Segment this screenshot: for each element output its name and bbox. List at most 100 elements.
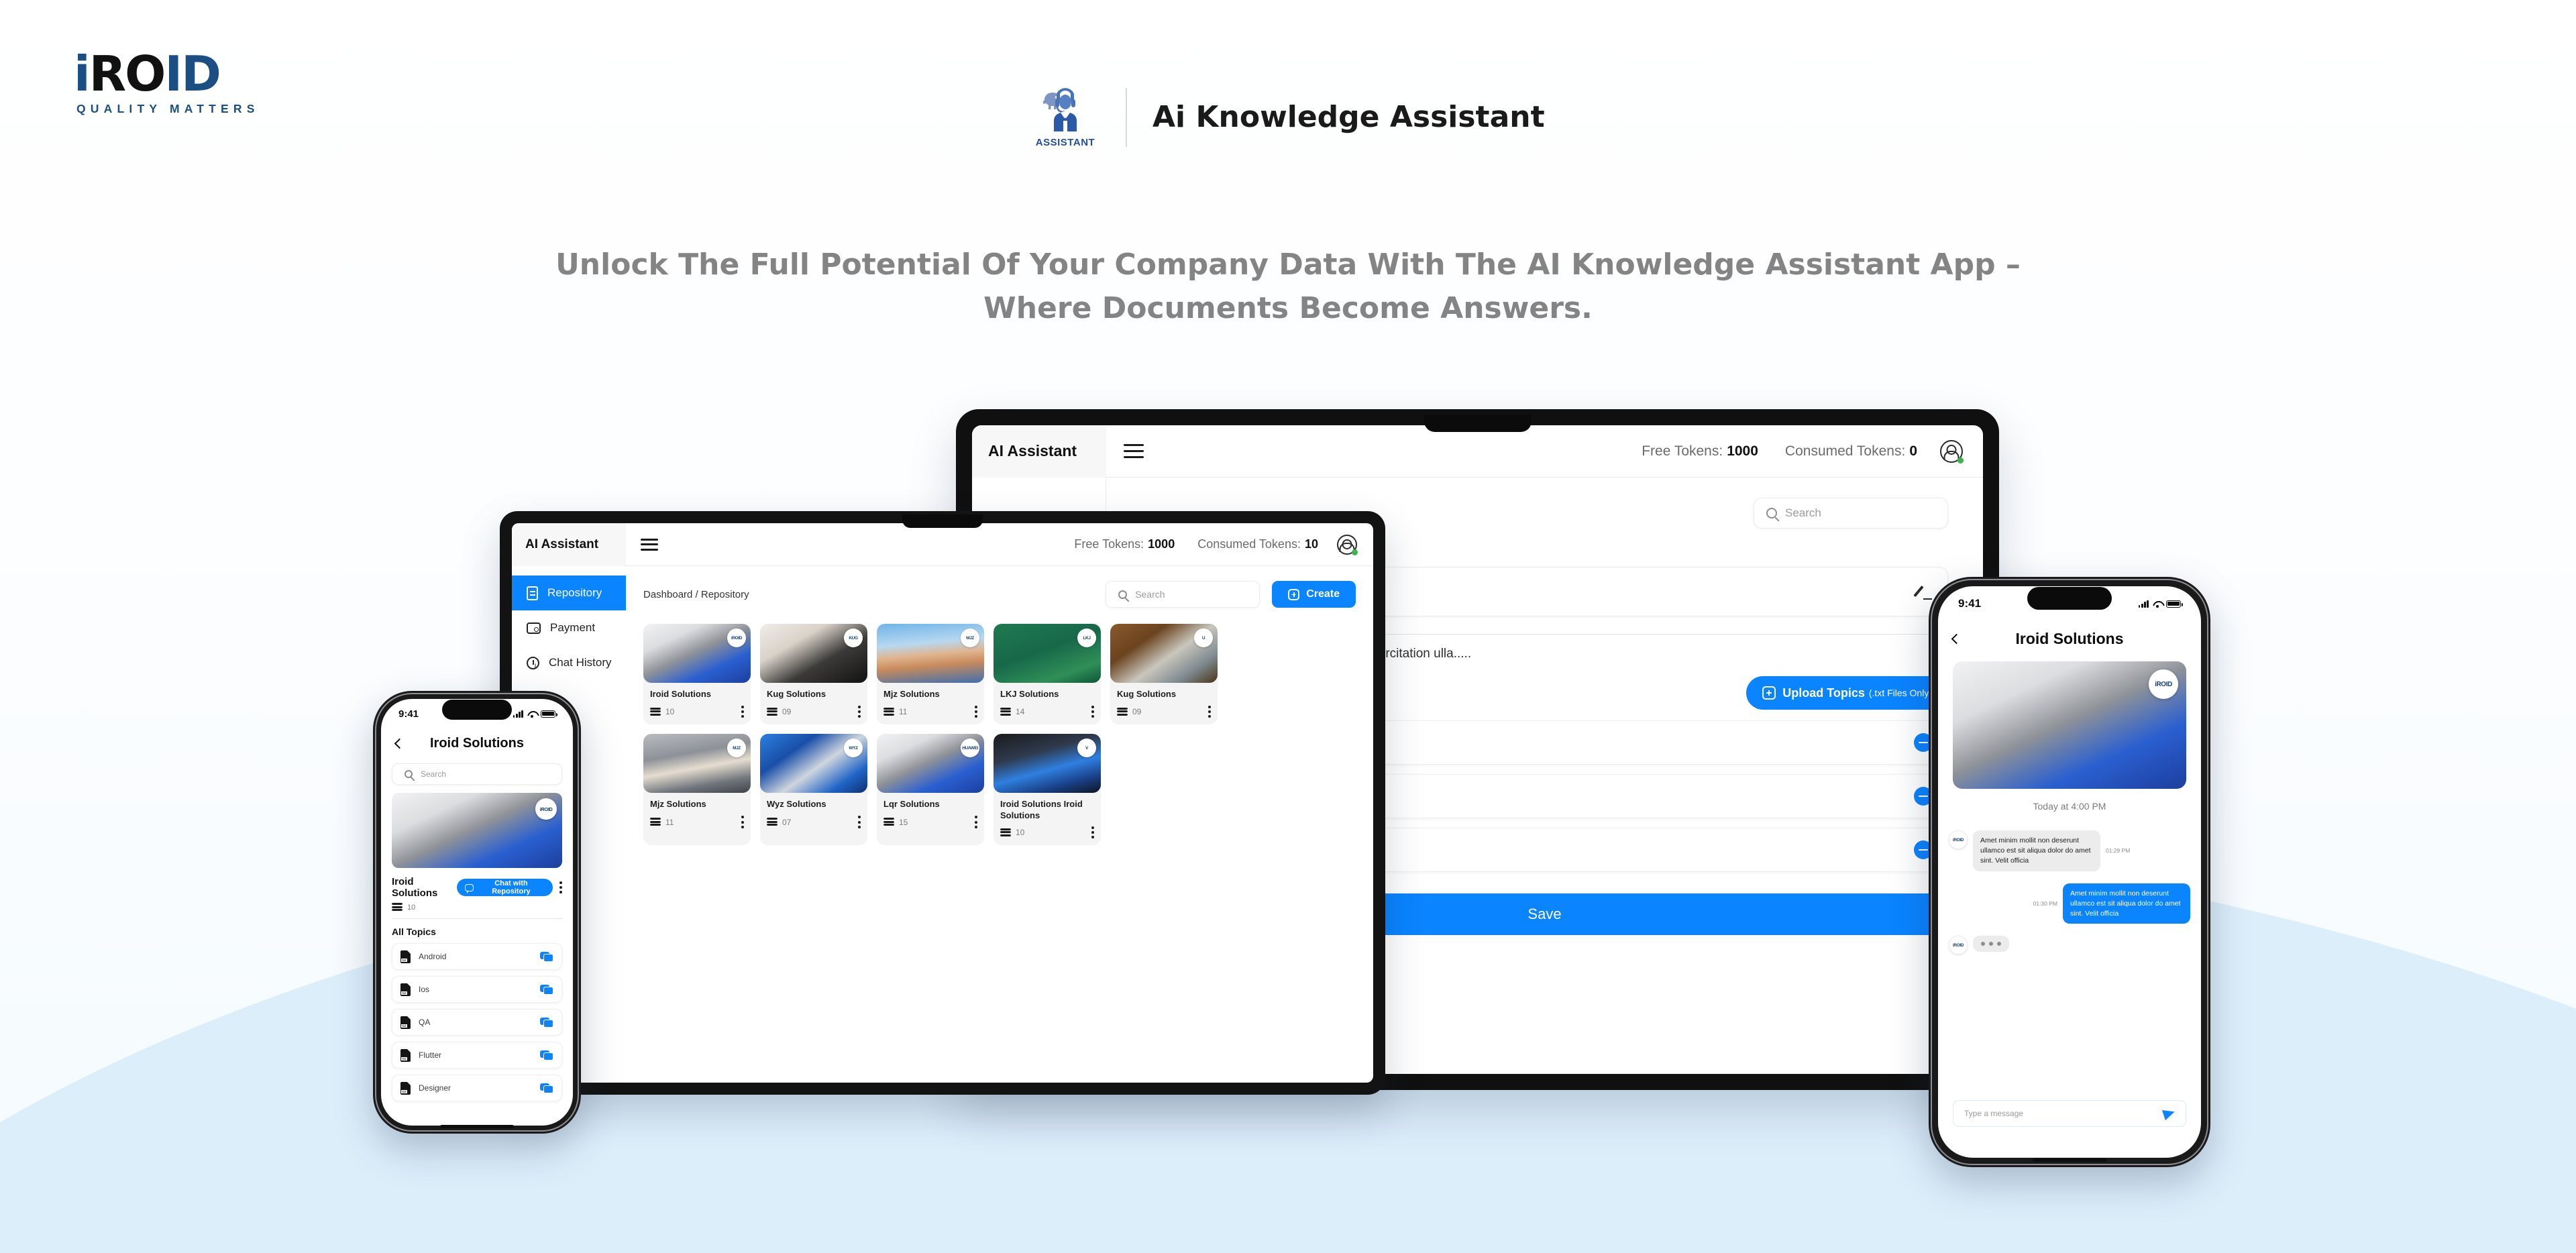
repository-card-meta: 11 (650, 816, 744, 828)
online-status-dot (1352, 549, 1358, 555)
repository-logo-text: MJZ (733, 745, 741, 751)
chat-icon[interactable] (540, 1017, 553, 1028)
repository-card[interactable]: LKJ LKJ Solutions 14 (994, 624, 1101, 725)
repository-hero-image: iROID (392, 793, 562, 868)
repository-card[interactable]: V Iroid Solutions Iroid Solutions 10 (994, 734, 1101, 846)
more-options-icon[interactable] (1091, 826, 1094, 839)
send-icon[interactable] (2161, 1106, 2177, 1121)
upload-topics-button[interactable]: Upload Topics (.txt Files Only) (1746, 676, 1948, 710)
search-input[interactable]: Search (1106, 581, 1260, 608)
more-options-icon[interactable] (975, 816, 977, 828)
avatar-label: iROID (1952, 837, 1964, 842)
repository-card[interactable]: WYZ Wyz Solutions 07 (760, 734, 867, 846)
chat-icon[interactable] (540, 1050, 553, 1060)
breadcrumb: Dashboard / Repository (643, 588, 749, 600)
back-arrow-icon[interactable] (394, 738, 405, 749)
sidebar-item-payment[interactable]: Payment (512, 610, 626, 645)
phone-device-left: 9:41 Iroid Solutions Search iROID Iroid … (373, 691, 581, 1134)
repository-card-count: 10 (665, 707, 675, 717)
repository-card[interactable]: U Kug Solutions 09 (1110, 624, 1218, 725)
search-input[interactable]: Search (392, 763, 562, 785)
repository-thumbnail: LKJ (994, 624, 1101, 683)
topic-item[interactable]: Designer (392, 1075, 562, 1101)
stack-count-icon (1000, 707, 1011, 716)
search-icon (405, 770, 413, 778)
chat-icon[interactable] (540, 984, 553, 995)
repository-card[interactable]: MJZ Mjz Solutions 11 (643, 734, 751, 846)
repository-card-body: Iroid Solutions Iroid Solutions 10 (994, 793, 1101, 845)
logo-apple-icon: O (125, 46, 166, 102)
topic-item[interactable]: Android (392, 943, 562, 970)
sidebar-item-repository[interactable]: Repository (512, 576, 626, 610)
repository-card-meta: 10 (1000, 826, 1094, 839)
repository-card-body: Mjz Solutions 11 (877, 683, 984, 724)
chat-icon[interactable] (540, 1083, 553, 1093)
message-input[interactable]: Type a message (1953, 1100, 2186, 1127)
repository-list-header: Dashboard / Repository Search Create (643, 581, 1356, 608)
repository-card-meta: 07 (767, 816, 861, 828)
plus-icon (1288, 588, 1300, 600)
repository-logo-text: MJZ (966, 635, 974, 641)
dynamic-island (442, 700, 512, 720)
search-input[interactable]: Search (1754, 498, 1948, 529)
status-time: 9:41 (398, 708, 419, 720)
more-options-icon[interactable] (858, 706, 861, 718)
phone-device-right: 9:41 Iroid Solutions iROID Today at 4:00… (1929, 577, 2210, 1167)
sidebar-item-chat-history[interactable]: Chat History (512, 645, 626, 680)
laptop-account-button[interactable] (1940, 439, 1964, 464)
repository-card-title: Mjz Solutions (883, 689, 940, 699)
stack-count-icon (650, 818, 661, 826)
repository-card-count: 07 (782, 817, 792, 827)
message-bubble: Amet minim mollit non deserunt ullamco e… (1973, 830, 2100, 871)
document-icon (527, 586, 538, 600)
repository-card-title: Iroid Solutions (650, 689, 711, 699)
repository-card-title: Lqr Solutions (883, 799, 940, 810)
topic-item[interactable]: Flutter (392, 1042, 562, 1069)
upload-topics-sublabel: (.txt Files Only) (1868, 688, 1932, 698)
sidebar-item-label: Chat History (549, 656, 612, 669)
search-placeholder: Search (1785, 506, 1821, 519)
more-options-icon[interactable] (975, 706, 977, 718)
phone-right-screen: 9:41 Iroid Solutions iROID Today at 4:00… (1938, 586, 2201, 1158)
chat-with-repository-button[interactable]: Chat with Repository (456, 879, 553, 896)
message-avatar: iROID (1949, 936, 1968, 955)
back-arrow-icon[interactable] (1951, 633, 1962, 644)
more-options-icon[interactable] (1091, 706, 1094, 718)
repository-card[interactable]: iROID Iroid Solutions 10 (643, 624, 751, 725)
phone-left-screen: 9:41 Iroid Solutions Search iROID Iroid … (381, 699, 573, 1126)
chat-icon[interactable] (540, 951, 553, 962)
topic-item[interactable]: Ios (392, 976, 562, 1003)
tablet-consumed-tokens-value: 10 (1304, 537, 1318, 551)
chat-typing-indicator-row: iROID (1949, 936, 2190, 955)
stack-count-icon (883, 707, 894, 716)
typing-indicator (1973, 936, 2009, 952)
message-timestamp: 01:30 PM (2033, 900, 2057, 908)
repository-card-count: 14 (1016, 707, 1025, 717)
more-options-icon[interactable] (559, 881, 562, 894)
section-divider (392, 918, 562, 919)
topics-list: Android Ios QA Flutter Designer (381, 943, 573, 1101)
repository-card-title: LKJ Solutions (1000, 689, 1059, 699)
repository-card[interactable]: HUAWEI Lqr Solutions 15 (877, 734, 984, 846)
hamburger-menu-icon[interactable] (1124, 444, 1144, 458)
repository-card[interactable]: MJZ Mjz Solutions 11 (877, 624, 984, 725)
battery-icon (2166, 600, 2183, 608)
tablet-free-tokens-label: Free Tokens: (1074, 537, 1144, 551)
more-options-icon[interactable] (741, 706, 744, 718)
hamburger-menu-icon[interactable] (641, 538, 658, 551)
topic-item[interactable]: QA (392, 1009, 562, 1036)
chat-message-in: iROID Amet minim mollit non deserunt ulla… (1949, 830, 2190, 871)
chat-message-out: 01:30 PM Amet minim mollit non deserunt u… (1949, 883, 2190, 924)
page-title: Ai Knowledge Assistant (1152, 100, 1545, 134)
more-options-icon[interactable] (1208, 706, 1211, 718)
wifi-icon (2153, 600, 2162, 608)
more-options-icon[interactable] (741, 816, 744, 828)
more-options-icon[interactable] (858, 816, 861, 828)
repository-thumbnail: U (1110, 624, 1218, 683)
tablet-account-button[interactable] (1337, 534, 1358, 555)
topic-name: Flutter (419, 1050, 442, 1060)
home-indicator (2033, 1158, 2106, 1162)
repository-card[interactable]: KUG Kug Solutions 09 (760, 624, 867, 725)
logo-letters-id: ID (164, 46, 221, 102)
create-repository-button[interactable]: Create (1272, 581, 1356, 608)
